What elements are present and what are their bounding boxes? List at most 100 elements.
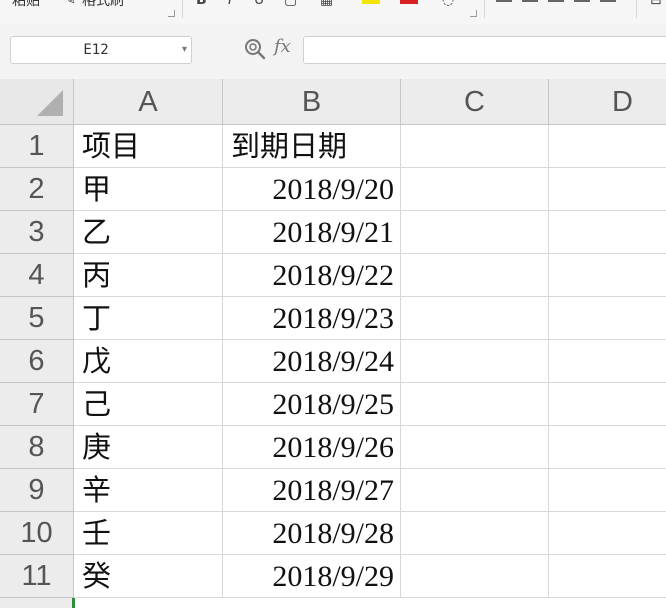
- cell-b9[interactable]: 2018/9/27: [223, 469, 401, 512]
- clear-format-icon[interactable]: ◌: [442, 0, 454, 8]
- cell-c10[interactable]: [401, 512, 549, 555]
- cell-b2[interactable]: 2018/9/20: [223, 168, 401, 211]
- bold-button[interactable]: B: [196, 0, 207, 8]
- border-icon[interactable]: ▢: [284, 0, 297, 8]
- font-dialog-launcher[interactable]: [470, 10, 477, 17]
- italic-button[interactable]: I: [228, 0, 232, 8]
- cell-b8[interactable]: 2018/9/26: [223, 426, 401, 469]
- cell-value: 2018/9/26: [272, 431, 394, 464]
- align-top-icon[interactable]: [496, 0, 512, 2]
- cell-a9[interactable]: 辛: [74, 469, 223, 512]
- cell-a3[interactable]: 乙: [74, 211, 223, 254]
- row-header-partial[interactable]: [0, 598, 74, 608]
- cell-value: 庚: [82, 430, 112, 464]
- cell-d4[interactable]: [549, 254, 666, 297]
- chevron-down-icon[interactable]: ▾: [182, 37, 187, 63]
- align-middle-icon[interactable]: [522, 0, 538, 2]
- cell-value: 2018/9/25: [272, 388, 394, 421]
- column-header-a[interactable]: A: [74, 79, 223, 125]
- toolbar-divider: [484, 0, 485, 18]
- cell-c6[interactable]: [401, 340, 549, 383]
- cell-a6[interactable]: 戊: [74, 340, 223, 383]
- cell-c5[interactable]: [401, 297, 549, 340]
- cell-c7[interactable]: [401, 383, 549, 426]
- active-cell-marker: [72, 598, 75, 608]
- cell-value: 丙: [82, 258, 112, 292]
- cell-c3[interactable]: [401, 211, 549, 254]
- merge-icon[interactable]: ▦: [320, 0, 333, 8]
- row-header-5[interactable]: 5: [0, 297, 74, 340]
- cell-d6[interactable]: [549, 340, 666, 383]
- wrap-text-icon[interactable]: ⊟: [650, 0, 662, 8]
- cell-d2[interactable]: [549, 168, 666, 211]
- cell-a11[interactable]: 癸: [74, 555, 223, 598]
- cell-a10[interactable]: 壬: [74, 512, 223, 555]
- cell-value: 己: [82, 387, 112, 421]
- align-center-icon[interactable]: [600, 0, 616, 2]
- name-box-value[interactable]: E12: [11, 37, 181, 63]
- formula-bar: E12 ▾ fx: [0, 24, 666, 79]
- cell-value: 丁: [82, 301, 112, 335]
- font-color-icon[interactable]: [400, 0, 418, 4]
- align-bottom-icon[interactable]: [548, 0, 564, 2]
- clipboard-dialog-launcher[interactable]: [168, 10, 175, 17]
- cell-d8[interactable]: [549, 426, 666, 469]
- cell-a5[interactable]: 丁: [74, 297, 223, 340]
- column-header-d[interactable]: D: [549, 79, 666, 125]
- cell-b3[interactable]: 2018/9/21: [223, 211, 401, 254]
- cell-c9[interactable]: [401, 469, 549, 512]
- cell-d1[interactable]: [549, 125, 666, 168]
- cell-b4[interactable]: 2018/9/22: [223, 254, 401, 297]
- row-header-7[interactable]: 7: [0, 383, 74, 426]
- cell-value: 2018/9/27: [272, 474, 394, 507]
- formula-input[interactable]: [303, 36, 666, 64]
- cell-b10[interactable]: 2018/9/28: [223, 512, 401, 555]
- underline-icon[interactable]: U: [254, 0, 264, 8]
- paste-button[interactable]: 粘贴: [12, 0, 40, 10]
- row-header-11[interactable]: 11: [0, 555, 74, 598]
- cell-value: 2018/9/21: [272, 216, 394, 249]
- row-header-6[interactable]: 6: [0, 340, 74, 383]
- toolbar-divider: [182, 0, 183, 18]
- cell-b11[interactable]: 2018/9/29: [223, 555, 401, 598]
- cell-d5[interactable]: [549, 297, 666, 340]
- highlight-color-icon[interactable]: [362, 0, 380, 4]
- format-painter-button[interactable]: 格式刷: [82, 0, 124, 10]
- cell-a1[interactable]: 项目: [74, 125, 223, 168]
- cell-d9[interactable]: [549, 469, 666, 512]
- cell-d11[interactable]: [549, 555, 666, 598]
- format-painter-icon[interactable]: ✎: [64, 0, 76, 8]
- cell-a4[interactable]: 丙: [74, 254, 223, 297]
- row-header-8[interactable]: 8: [0, 426, 74, 469]
- row-header-3[interactable]: 3: [0, 211, 74, 254]
- cell-d3[interactable]: [549, 211, 666, 254]
- cell-a2[interactable]: 甲: [74, 168, 223, 211]
- cell-c1[interactable]: [401, 125, 549, 168]
- cell-b5[interactable]: 2018/9/23: [223, 297, 401, 340]
- cell-d10[interactable]: [549, 512, 666, 555]
- cell-c4[interactable]: [401, 254, 549, 297]
- cell-c8[interactable]: [401, 426, 549, 469]
- toolbar-divider: [636, 0, 637, 18]
- cell-a8[interactable]: 庚: [74, 426, 223, 469]
- insert-function-icon[interactable]: fx: [274, 36, 291, 57]
- column-header-c[interactable]: C: [401, 79, 549, 125]
- row-header-10[interactable]: 10: [0, 512, 74, 555]
- cell-c2[interactable]: [401, 168, 549, 211]
- select-all-corner[interactable]: [0, 79, 74, 125]
- cell-d7[interactable]: [549, 383, 666, 426]
- row-header-4[interactable]: 4: [0, 254, 74, 297]
- name-box[interactable]: E12 ▾: [10, 36, 192, 64]
- row-header-1[interactable]: 1: [0, 125, 74, 168]
- cell-a7[interactable]: 己: [74, 383, 223, 426]
- row-header-2[interactable]: 2: [0, 168, 74, 211]
- cell-b6[interactable]: 2018/9/24: [223, 340, 401, 383]
- cell-value: 辛: [82, 473, 112, 507]
- align-left-icon[interactable]: [574, 0, 590, 2]
- zoom-search-icon[interactable]: [244, 37, 266, 61]
- cell-b1[interactable]: 到期日期: [223, 125, 401, 168]
- column-header-b[interactable]: B: [223, 79, 401, 125]
- cell-b7[interactable]: 2018/9/25: [223, 383, 401, 426]
- row-header-9[interactable]: 9: [0, 469, 74, 512]
- cell-c11[interactable]: [401, 555, 549, 598]
